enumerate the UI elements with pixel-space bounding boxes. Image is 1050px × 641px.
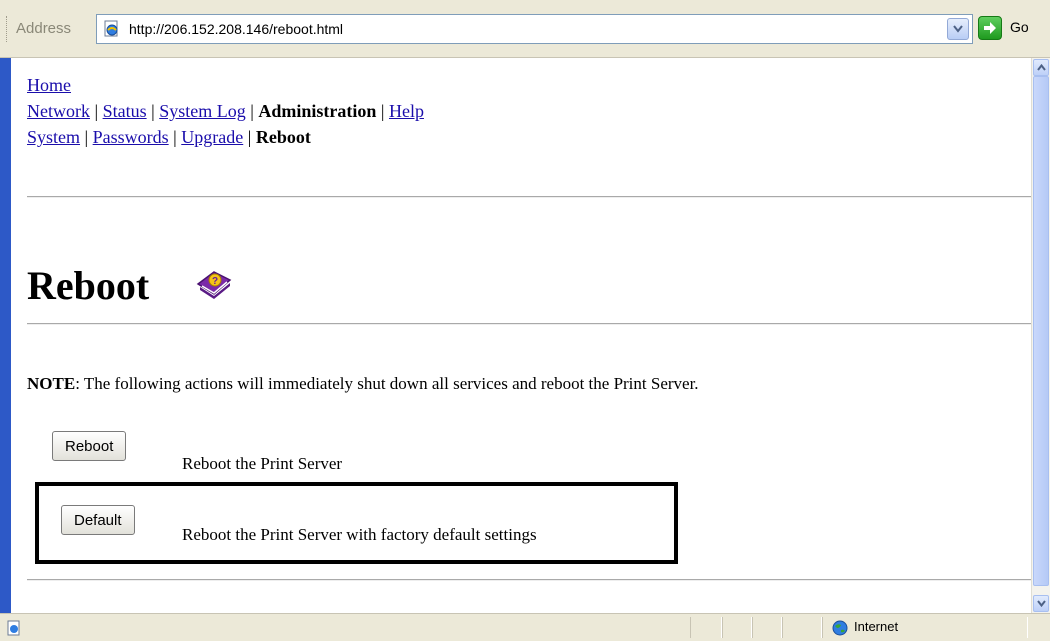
note-label: NOTE [27,374,76,393]
nav-current-administration: Administration [258,101,377,121]
window-frame-left [0,58,11,613]
address-toolbar: Address http://206.152.208.146/reboot.ht… [0,0,1050,58]
zone-pane [822,617,1028,638]
nav-separator: | [151,101,155,121]
subnav-link-system[interactable]: System [27,127,80,147]
nav-separator: | [94,101,99,121]
address-label: Address [16,20,72,37]
chevron-down-icon [1037,600,1046,607]
nav-link-system-log[interactable]: System Log [159,101,246,121]
chevron-down-icon [953,25,963,33]
note-text: NOTE: The following actions will immedia… [27,374,699,394]
address-field[interactable]: http://206.152.208.146/reboot.html [96,14,973,44]
default-description: Reboot the Print Server with factory def… [182,525,537,544]
ie-page-icon [103,20,121,38]
note-body: : The following actions will immediately… [75,374,699,393]
go-label: Go [1010,19,1029,35]
nav-link-status[interactable]: Status [103,101,147,121]
nav-main-row: Network | Status | System Log | Administ… [27,100,424,122]
nav-home-row: Home [27,74,71,96]
page-status-icon [6,620,22,636]
nav-link-network[interactable]: Network [27,101,90,121]
nav-separator: | [380,101,385,121]
default-button[interactable]: Default [61,505,135,535]
divider [27,579,1031,581]
nav-link-help[interactable]: Help [389,101,424,121]
status-pane [722,617,752,638]
nav-sub-row: System | Passwords | Upgrade | Reboot [27,126,311,148]
page-title: Reboot [27,263,150,308]
globe-icon [832,620,848,636]
status-pane [782,617,822,638]
reboot-button[interactable]: Reboot [52,431,127,461]
vertical-scrollbar[interactable] [1031,58,1050,613]
page-content: Home Network | Status | System Log | Adm… [11,58,1031,613]
toolbar-grip[interactable] [6,16,10,42]
zone-label: Internet [854,619,899,634]
divider [27,323,1031,325]
scroll-up-button[interactable] [1033,59,1049,76]
go-arrow-icon [978,16,1002,40]
nav-separator: | [250,101,254,121]
address-dropdown-button[interactable] [947,18,969,40]
nav-link-home[interactable]: Home [27,75,71,95]
svg-text:?: ? [212,276,218,287]
divider [27,196,1031,198]
scroll-down-button[interactable] [1033,595,1049,612]
go-button[interactable]: Go [978,14,1048,44]
nav-separator: | [84,127,89,147]
nav-separator: | [247,127,252,147]
reboot-description: Reboot the Print Server [182,454,343,473]
url-text[interactable]: http://206.152.208.146/reboot.html [129,21,343,37]
status-pane [752,617,782,638]
chevron-up-icon [1037,64,1046,71]
help-book-icon[interactable]: ? [194,262,234,302]
status-bar: Internet [0,613,1050,641]
subnav-current-reboot: Reboot [255,127,311,147]
subnav-link-passwords[interactable]: Passwords [93,127,169,147]
nav-separator: | [173,127,177,147]
status-pane [690,617,722,638]
subnav-link-upgrade[interactable]: Upgrade [181,127,243,147]
scroll-thumb[interactable] [1033,76,1049,586]
